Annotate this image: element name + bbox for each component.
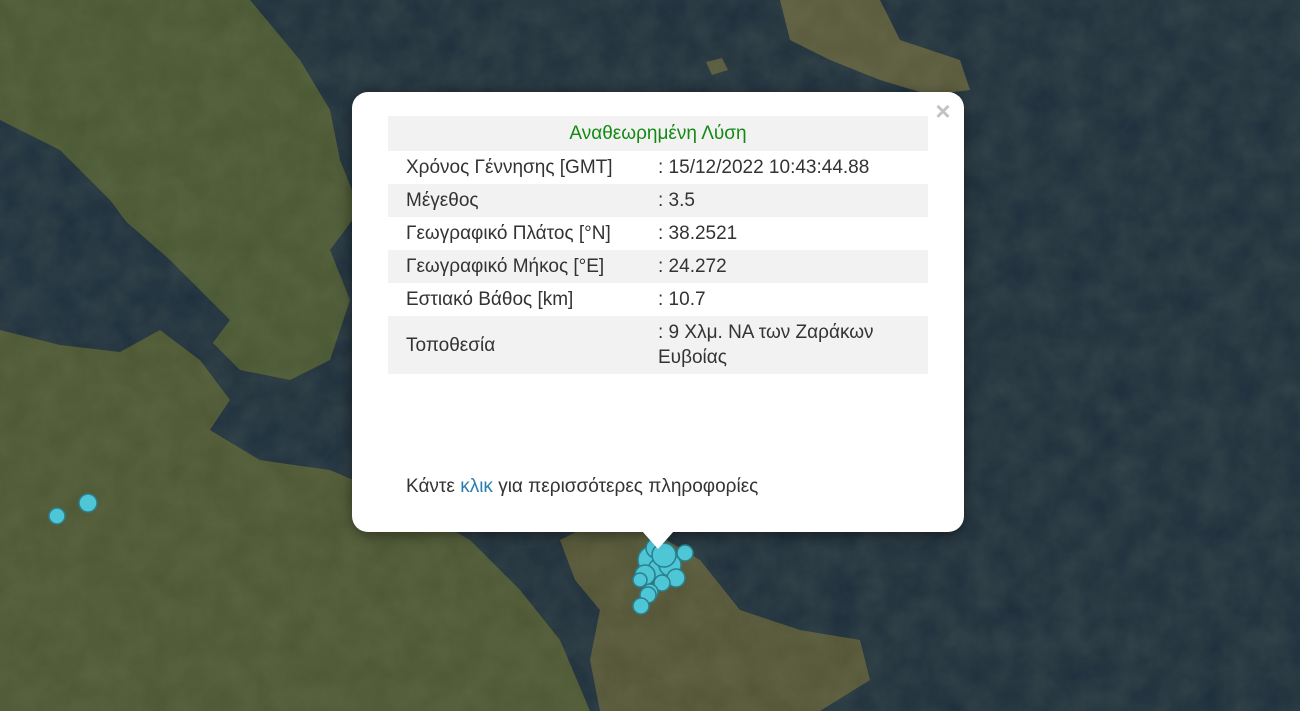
earthquake-popup: × Αναθεωρημένη Λύση Χρόνος Γέννησης [GMT… [352,92,964,532]
longitude-label: Γεωγραφικό Μήκος [°E] [388,250,640,283]
popup-header: Αναθεωρημένη Λύση [388,116,928,151]
magnitude-label: Μέγεθος [388,184,640,217]
table-row: Εστιακό Βάθος [km] : 10.7 [388,283,928,316]
magnitude-value: : 3.5 [640,184,928,217]
more-info-link[interactable]: κλικ [460,476,493,497]
longitude-value: : 24.272 [640,250,928,283]
more-info-text: Κάντε κλικ για περισσότερες πληροφορίες [406,476,758,498]
origin-time-label: Χρόνος Γέννησης [GMT] [406,157,613,178]
close-icon[interactable]: × [932,98,954,124]
earthquake-marker[interactable] [632,597,650,615]
info-table: Αναθεωρημένη Λύση Χρόνος Γέννησης [GMT] … [388,116,928,374]
earthquake-marker[interactable] [48,507,66,525]
latitude-label: Γεωγραφικό Πλάτος [°N] [406,223,611,244]
more-suffix: για περισσότερες πληροφορίες [492,476,759,497]
location-value: : 9 Χλμ. ΝΑ των Ζαράκων Ευβοίας [640,316,928,374]
table-row: Μέγεθος : 3.5 [388,184,928,217]
latitude-value: : 38.2521 [658,223,738,244]
more-prefix: Κάντε [406,476,461,497]
table-row: Γεωγραφικό Μήκος [°E] : 24.272 [388,250,928,283]
origin-time-value: : 15/12/2022 10:43:44.88 [658,157,870,178]
earthquake-marker[interactable] [676,544,694,562]
earthquake-marker[interactable] [78,493,98,513]
table-row: Γεωγραφικό Πλάτος [°N] : 38.2521 [388,217,928,250]
table-row: Τοποθεσία : 9 Χλμ. ΝΑ των Ζαράκων Ευβοία… [388,316,928,374]
table-row: Χρόνος Γέννησης [GMT] : 15/12/2022 10:43… [388,151,928,184]
popup-tip [642,531,674,549]
location-label: Τοποθεσία [388,316,640,374]
earthquake-marker[interactable] [632,572,648,588]
depth-value: : 10.7 [658,289,706,310]
depth-label: Εστιακό Βάθος [km] [406,289,574,310]
